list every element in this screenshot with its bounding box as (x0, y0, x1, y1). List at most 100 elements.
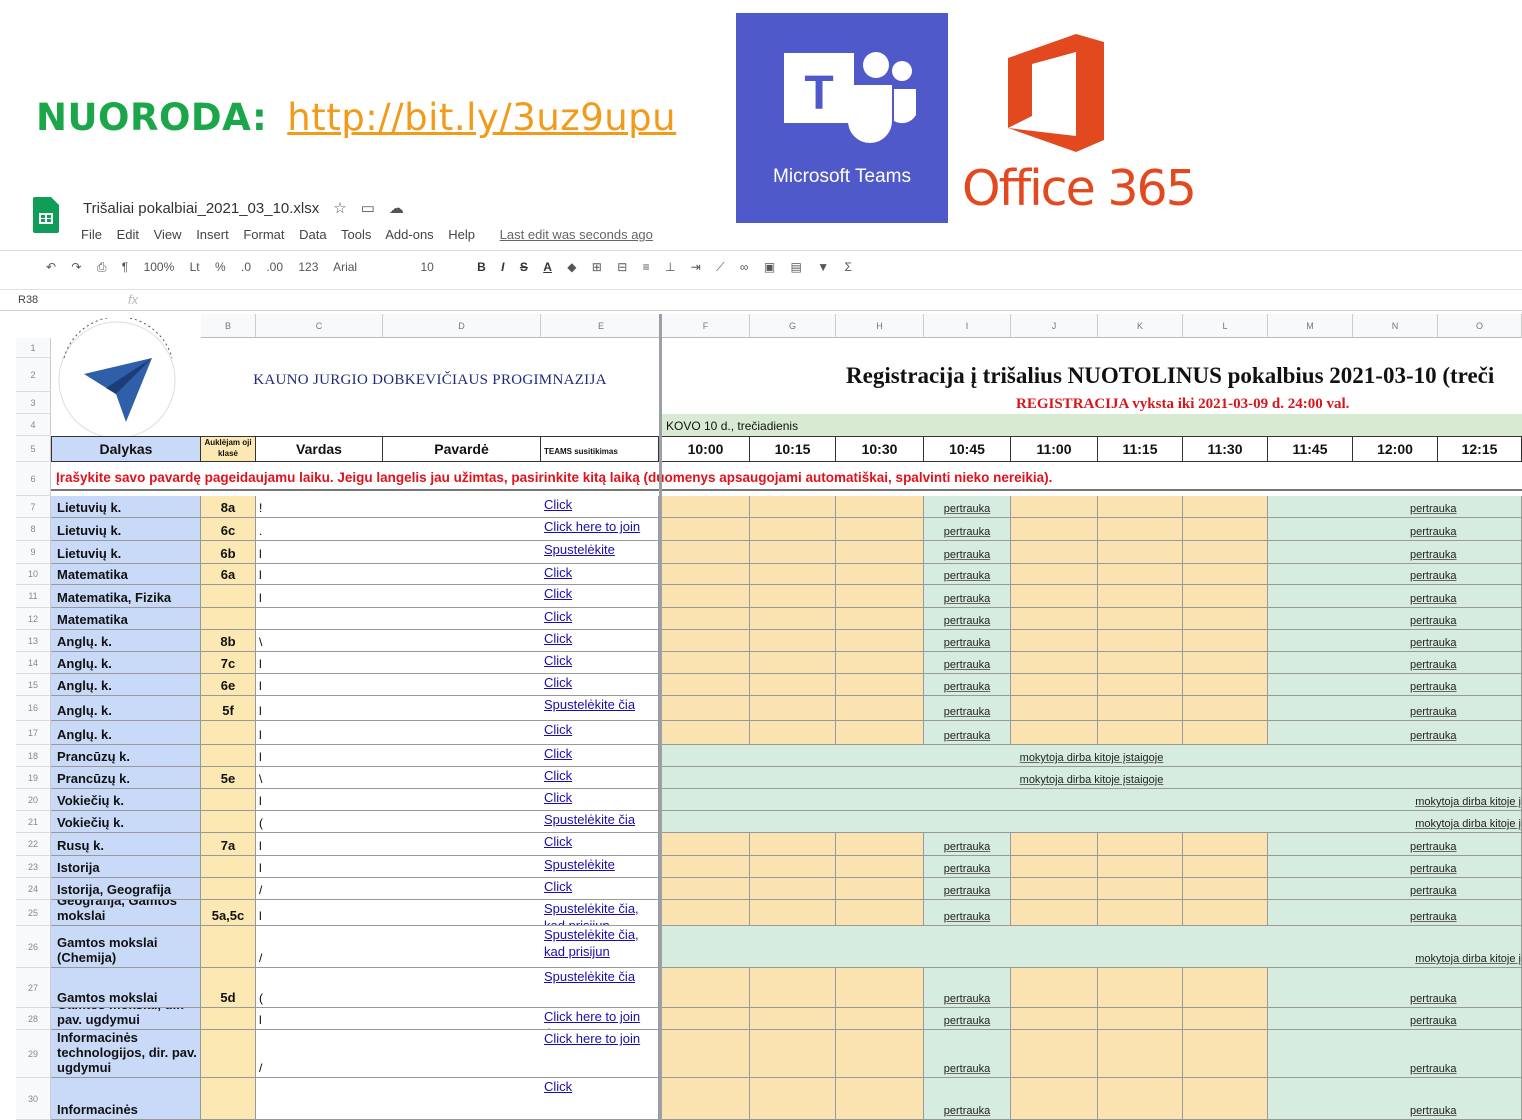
name-cell[interactable]: l (256, 696, 383, 721)
last-edit-link[interactable]: Last edit was seconds ago (500, 227, 653, 242)
time-slot-cell[interactable] (836, 900, 924, 926)
time-slot-cell[interactable] (1183, 878, 1268, 900)
teams-link-cell[interactable]: Click (541, 496, 659, 518)
surname-cell[interactable] (383, 564, 541, 585)
class-cell[interactable] (201, 745, 256, 767)
name-cell[interactable]: ( (256, 811, 383, 833)
row-header[interactable]: 14 (16, 652, 51, 674)
time-slot-cell[interactable] (1011, 721, 1098, 745)
time-slot-cell[interactable] (1098, 518, 1183, 541)
time-slot-cell[interactable] (1098, 1008, 1183, 1030)
surname-cell[interactable] (383, 674, 541, 696)
menu-help[interactable]: Help (448, 227, 475, 242)
class-cell[interactable]: 7c (201, 652, 256, 674)
italic-button[interactable]: I (501, 260, 504, 274)
time-slot-cell[interactable] (1098, 1078, 1183, 1120)
time-slot-cell[interactable] (750, 630, 836, 652)
time-slot-cell[interactable] (1183, 518, 1268, 541)
row-header[interactable]: 20 (16, 789, 51, 811)
row-header[interactable]: 9 (16, 541, 51, 564)
class-cell[interactable]: 6a (201, 564, 256, 585)
column-header-b[interactable]: B (201, 314, 256, 338)
column-header-o[interactable]: O (1438, 314, 1522, 338)
time-slot-cell[interactable] (836, 856, 924, 878)
zoom-select[interactable]: 100% (144, 260, 175, 274)
time-slot-cell[interactable] (750, 608, 836, 630)
name-cell[interactable]: . (256, 518, 383, 541)
surname-cell[interactable] (383, 767, 541, 789)
teams-link-cell[interactable]: Click (541, 789, 659, 811)
time-slot-cell[interactable] (1183, 564, 1268, 585)
time-slot-cell[interactable] (836, 878, 924, 900)
align-bottom-icon[interactable]: ⊥ (665, 260, 675, 274)
teams-link-cell[interactable]: Click (541, 878, 659, 900)
time-slot-cell[interactable] (662, 856, 750, 878)
time-slot-cell[interactable] (1183, 696, 1268, 721)
time-slot-cell[interactable] (750, 878, 836, 900)
teams-link-cell[interactable]: Spustelėkite čia, kad prisijun (541, 926, 659, 968)
time-slot-cell[interactable] (662, 1030, 750, 1078)
teams-meeting-link[interactable]: Spustelėkite (544, 856, 658, 873)
teams-meeting-link[interactable]: Click (544, 1078, 658, 1095)
row-header[interactable]: 5 (16, 436, 51, 462)
row-header[interactable]: 10 (16, 564, 51, 585)
surname-cell[interactable] (383, 518, 541, 541)
time-slot-cell[interactable] (1098, 721, 1183, 745)
teams-meeting-link[interactable]: Spustelėkite čia (544, 811, 658, 828)
time-slot-cell[interactable] (1098, 833, 1183, 856)
time-slot-cell[interactable] (836, 585, 924, 608)
class-cell[interactable]: 6e (201, 674, 256, 696)
row-header[interactable]: 17 (16, 721, 51, 745)
document-title[interactable]: Trišaliai pokalbiai_2021_03_10.xlsx ☆ ▭ ☁ (83, 199, 404, 217)
class-cell[interactable]: 6c (201, 518, 256, 541)
time-slot-cell[interactable] (836, 1078, 924, 1120)
time-slot-cell[interactable] (1098, 856, 1183, 878)
teams-link-cell[interactable]: Click (541, 1078, 659, 1120)
name-cell[interactable] (256, 1078, 383, 1120)
time-slot-cell[interactable] (750, 674, 836, 696)
time-slot-cell[interactable] (1098, 496, 1183, 518)
surname-cell[interactable] (383, 652, 541, 674)
time-slot-cell[interactable] (750, 696, 836, 721)
redo-icon[interactable]: ↷ (71, 260, 81, 274)
row-header[interactable]: 19 (16, 767, 51, 789)
teams-link-cell[interactable]: Click (541, 745, 659, 767)
time-slot-cell[interactable] (1011, 608, 1098, 630)
class-cell[interactable] (201, 856, 256, 878)
teams-meeting-link[interactable]: Spustelėkite (544, 541, 658, 558)
surname-cell[interactable] (383, 1030, 541, 1078)
bold-button[interactable]: B (477, 260, 486, 274)
time-slot-cell[interactable] (750, 496, 836, 518)
class-cell[interactable] (201, 1008, 256, 1030)
teams-meeting-link[interactable]: Click (544, 745, 658, 762)
row-header[interactable]: 16 (16, 696, 51, 721)
surname-cell[interactable] (383, 721, 541, 745)
name-cell[interactable]: \ (256, 630, 383, 652)
time-slot-cell[interactable] (1011, 1030, 1098, 1078)
align-left-icon[interactable]: ≡ (643, 260, 650, 274)
time-slot-cell[interactable] (750, 1008, 836, 1030)
time-slot-cell[interactable] (1011, 674, 1098, 696)
teams-meeting-link[interactable]: Click (544, 630, 658, 647)
surname-cell[interactable] (383, 900, 541, 926)
row-header[interactable]: 30 (16, 1078, 51, 1120)
time-slot-cell[interactable] (1011, 1078, 1098, 1120)
time-slot-cell[interactable] (836, 674, 924, 696)
class-cell[interactable]: 7a (201, 833, 256, 856)
surname-cell[interactable] (383, 696, 541, 721)
class-cell[interactable] (201, 1030, 256, 1078)
name-cell[interactable]: l (256, 585, 383, 608)
column-header-k[interactable]: K (1098, 314, 1183, 338)
class-cell[interactable]: 5d (201, 968, 256, 1008)
column-header-m[interactable]: M (1268, 314, 1353, 338)
column-header-h[interactable]: H (836, 314, 924, 338)
teams-link-cell[interactable]: Click here to join (541, 518, 659, 541)
time-slot-cell[interactable] (1183, 630, 1268, 652)
time-slot-cell[interactable] (836, 496, 924, 518)
teams-link-cell[interactable]: Click (541, 674, 659, 696)
class-cell[interactable]: 6b (201, 541, 256, 564)
class-cell[interactable] (201, 789, 256, 811)
row-header[interactable]: 8 (16, 518, 51, 541)
time-slot-cell[interactable] (662, 674, 750, 696)
text-color-button[interactable]: A (543, 260, 552, 274)
